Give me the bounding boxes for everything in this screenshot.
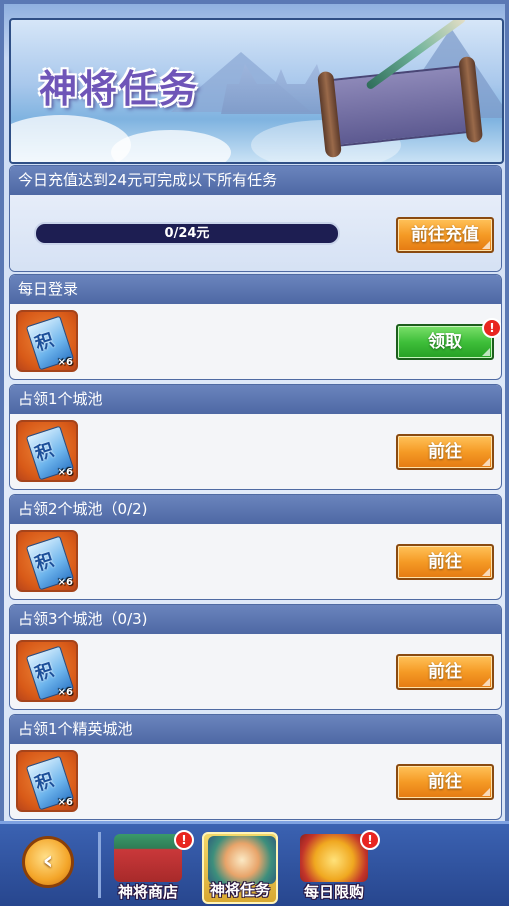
back-arrow-icon[interactable]: ‹	[22, 836, 74, 888]
tab-general-shop[interactable]: 神将商店 !	[110, 830, 194, 904]
alert-badge-icon: !	[482, 318, 501, 338]
task-title: 占领3个城池（0/3)	[10, 605, 501, 634]
event-banner: 神将任务	[9, 18, 504, 164]
task-title: 占领1个精英城池	[10, 715, 501, 744]
go-button[interactable]: 前往	[396, 764, 494, 800]
tab-label: 每日限购	[303, 883, 364, 901]
task-title: 占领2个城池（0/2)	[10, 495, 501, 524]
recharge-section: 今日充值达到24元可完成以下所有任务 0/24元 前往充值	[9, 165, 502, 272]
reward-scroll-icon[interactable]: 积 ×6	[16, 640, 78, 702]
claim-button[interactable]: 领取	[396, 324, 494, 360]
task-title: 占领1个城池	[10, 385, 501, 414]
alert-badge-icon: !	[360, 830, 380, 850]
go-label: 前往	[428, 662, 462, 682]
recharge-progress-bar: 0/24元	[34, 222, 340, 245]
reward-scroll-icon[interactable]: 积 ×6	[16, 530, 78, 592]
go-button[interactable]: 前往	[396, 434, 494, 470]
go-recharge-label: 前往充值	[411, 225, 479, 245]
go-button[interactable]: 前往	[396, 544, 494, 580]
cloud-decoration	[111, 130, 231, 162]
gold-treasure-icon	[300, 834, 368, 882]
go-label: 前往	[428, 772, 462, 792]
reward-count: ×6	[57, 357, 73, 368]
tab-daily-limited[interactable]: 每日限购 !	[296, 830, 380, 904]
reward-count: ×6	[57, 467, 73, 478]
bottom-nav-bar: ‹ 神将商店 ! 神将任务 每日限购 !	[0, 821, 509, 906]
tab-general-tasks[interactable]: 神将任务	[202, 832, 278, 904]
go-button[interactable]: 前往	[396, 654, 494, 690]
task-title: 每日登录	[10, 275, 501, 304]
go-recharge-button[interactable]: 前往充值	[396, 217, 494, 253]
alert-badge-icon: !	[174, 830, 194, 850]
shop-pavilion-icon	[114, 834, 182, 882]
go-label: 前往	[428, 442, 462, 462]
task-card-occupy-1-city: 占领1个城池 积 ×6 前往	[9, 384, 502, 490]
tab-label: 神将商店	[117, 883, 178, 901]
reward-scroll-icon[interactable]: 积 ×6	[16, 310, 78, 372]
recharge-header: 今日充值达到24元可完成以下所有任务	[10, 166, 501, 195]
claim-label: 领取	[428, 332, 462, 352]
reward-count: ×6	[57, 687, 73, 698]
task-card-daily-login: 每日登录 积 ×6 领取 !	[9, 274, 502, 380]
reward-count: ×6	[57, 577, 73, 588]
reward-scroll-icon[interactable]: 积 ×6	[16, 750, 78, 812]
task-card-occupy-3-cities: 占领3个城池（0/3) 积 ×6 前往	[9, 604, 502, 710]
task-card-occupy-elite-city: 占领1个精英城池 积 ×6 前往	[9, 714, 502, 820]
scroll-icon	[317, 55, 484, 159]
banner-title: 神将任务	[39, 66, 200, 111]
reward-scroll-icon[interactable]: 积 ×6	[16, 420, 78, 482]
go-label: 前往	[428, 552, 462, 572]
task-emblem-icon	[208, 836, 276, 884]
reward-count: ×6	[57, 797, 73, 808]
nav-divider	[98, 832, 101, 898]
tab-label: 神将任务	[209, 881, 270, 899]
task-card-occupy-2-cities: 占领2个城池（0/2) 积 ×6 前往	[9, 494, 502, 600]
progress-text: 0/24元	[164, 226, 210, 241]
